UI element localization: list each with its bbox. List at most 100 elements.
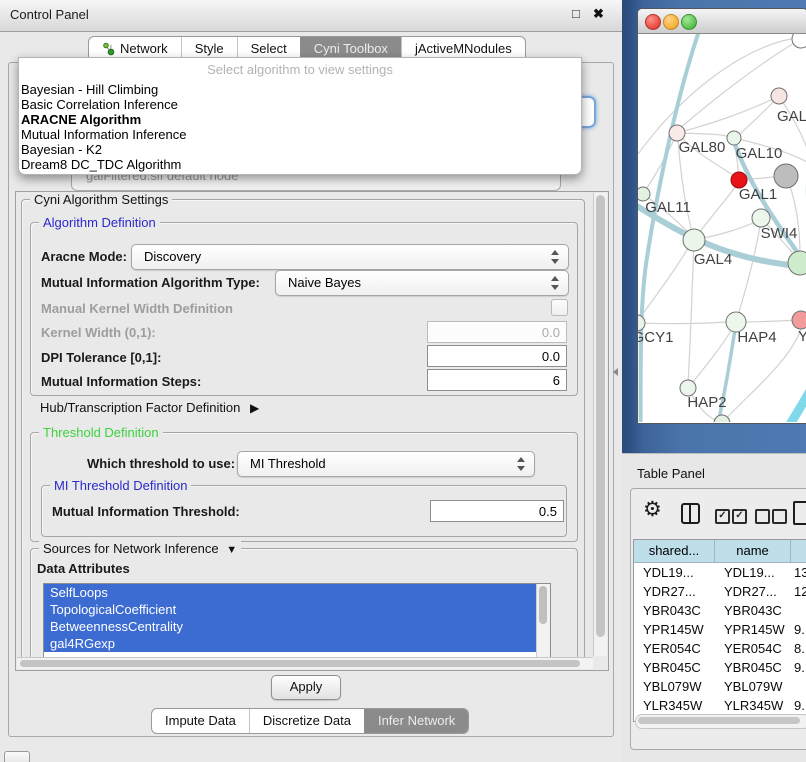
float-window-icon[interactable]: □ [572, 6, 580, 21]
scrollbar-thumb[interactable] [638, 717, 800, 724]
cyni-bottom-tabs: Impute Data Discretize Data Infer Networ… [151, 708, 469, 734]
algorithm-option[interactable]: Dream8 DC_TDC Algorithm [21, 157, 579, 172]
tab-label: Discretize Data [263, 709, 351, 733]
node-label-gal4: GAL4 [694, 251, 732, 268]
popup-item-list: Bayesian - Hill Climbing Basic Correlati… [21, 82, 579, 172]
table-row[interactable]: YDR27... YDR27... 12 [634, 582, 806, 601]
sources-toggle[interactable]: Sources for Network Inference ▼ [39, 541, 241, 556]
table-row[interactable]: YBL079W YBL079W [634, 677, 806, 696]
list-item[interactable]: BetweennessCentrality [44, 618, 550, 635]
network-node[interactable] [774, 164, 798, 188]
mi-steps-label: Mutual Information Steps: [41, 374, 201, 389]
mi-type-combo[interactable]: Naive Bayes [275, 270, 569, 296]
mi-threshold-definition-group: MI Threshold Definition Mutual Informati… [41, 485, 567, 537]
cell: YDL19... [634, 563, 715, 582]
column-header[interactable]: name [715, 540, 791, 562]
settings-vertical-scrollbar[interactable] [593, 193, 607, 656]
deselect-all-checkbox-icon[interactable] [755, 509, 770, 524]
settings-scrollpane: Cyni Algorithm Settings Algorithm Defini… [15, 191, 609, 671]
network-window-titlebar[interactable] [638, 9, 806, 34]
kernel-width-label: Kernel Width (0,1): [41, 325, 156, 340]
deselect-all-checkbox-icon[interactable] [772, 509, 787, 524]
data-attributes-list[interactable]: SelfLoops TopologicalCoefficient Between… [43, 583, 551, 659]
table-row[interactable]: YPR145W YPR145W 9. [634, 620, 806, 639]
mi-steps-field[interactable] [427, 369, 567, 391]
split-divider-arrow[interactable] [613, 368, 618, 376]
column-header[interactable] [791, 540, 806, 562]
network-node-gal4[interactable] [683, 229, 705, 251]
group-title: MI Threshold Definition [50, 478, 191, 493]
list-vertical-scrollbar[interactable] [536, 584, 550, 658]
select-all-checkbox-icon[interactable]: ✓ [715, 509, 730, 524]
tab-label: Infer Network [378, 709, 455, 733]
node-label-gal-cut: GAL [777, 108, 806, 125]
cell: YBL079W [634, 677, 715, 696]
aracne-mode-combo[interactable]: Discovery [131, 244, 569, 270]
which-threshold-combo[interactable]: MI Threshold [237, 451, 535, 477]
combo-arrows-icon [550, 275, 559, 291]
node-label-hap2: HAP2 [687, 394, 726, 411]
network-node[interactable] [714, 415, 730, 422]
network-node[interactable] [788, 251, 806, 275]
table-row[interactable]: YLR345W YLR345W 9. [634, 696, 806, 715]
cell: YPR145W [715, 620, 791, 639]
panel-corner-button[interactable] [4, 751, 30, 762]
algorithm-option-selected[interactable]: ARACNE Algorithm [21, 112, 579, 127]
list-item[interactable]: gal4RGexp [44, 635, 550, 652]
select-all-checkbox-icon[interactable]: ✓ [732, 509, 747, 524]
cell: YBR045C [634, 658, 715, 677]
node-label-gal80: GAL80 [679, 139, 726, 156]
cell [791, 601, 806, 620]
network-node-gal10[interactable] [727, 131, 741, 145]
manual-kernel-width-checkbox[interactable] [551, 299, 568, 316]
zoom-window-button[interactable] [681, 14, 697, 30]
mi-threshold-field[interactable] [430, 500, 564, 522]
table-row[interactable]: YBR043C YBR043C [634, 601, 806, 620]
scrollbar-thumb[interactable] [596, 195, 605, 637]
settings-horizontal-scrollbar[interactable] [17, 657, 593, 669]
scrollbar-thumb[interactable] [20, 660, 580, 667]
table-row[interactable]: YER054C YER054C 8. [634, 639, 806, 658]
network-node[interactable] [771, 88, 787, 104]
cell: 8. [791, 639, 806, 658]
dpi-tolerance-field[interactable] [427, 345, 567, 367]
list-item[interactable]: TopologicalCoefficient [44, 601, 550, 618]
algorithm-option[interactable]: Basic Correlation Inference [21, 97, 579, 112]
list-item[interactable]: SelfLoops [44, 584, 550, 601]
algorithm-dropdown-popup: Select algorithm to view settings Bayesi… [18, 57, 582, 175]
gear-icon[interactable]: ⚙ [643, 497, 662, 522]
cell [791, 677, 806, 696]
algorithm-option[interactable]: Bayesian - Hill Climbing [21, 82, 579, 97]
close-window-button[interactable] [645, 14, 661, 30]
tab-impute-data[interactable]: Impute Data [152, 709, 249, 733]
aracne-mode-value: Discovery [144, 249, 201, 264]
sources-title: Sources for Network Inference [43, 541, 219, 556]
network-graph[interactable]: GAL GAL80 GAL10 GAL1 GAL11 SWI4 GAL4 GCY… [638, 34, 806, 422]
scrollbar-thumb[interactable] [539, 586, 547, 624]
popup-placeholder: Select algorithm to view settings [19, 62, 581, 77]
network-node[interactable] [792, 34, 806, 48]
tab-infer-network[interactable]: Infer Network [364, 709, 468, 733]
columns-icon[interactable] [681, 503, 700, 524]
table-row[interactable]: YBR045C YBR045C 9. [634, 658, 806, 677]
hub-tf-definition-toggle[interactable]: Hub/Transcription Factor Definition ▶ [40, 400, 259, 415]
network-canvas[interactable]: GAL GAL80 GAL10 GAL1 GAL11 SWI4 GAL4 GCY… [638, 34, 806, 422]
apply-button[interactable]: Apply [271, 675, 341, 700]
column-header[interactable]: shared... [634, 540, 715, 562]
tab-discretize-data[interactable]: Discretize Data [249, 709, 364, 733]
close-icon[interactable]: ✖ [593, 6, 604, 22]
table-header-row: shared... name [634, 540, 806, 563]
threshold-definition-group: Threshold Definition Which threshold to … [30, 432, 578, 542]
node-table: shared... name YDL19... YDL19... 13 YDR2… [633, 539, 806, 722]
group-title: Cyni Algorithm Settings [30, 192, 172, 207]
node-label-y-cut: Y [798, 328, 806, 345]
table-row[interactable]: YDL19... YDL19... 13 [634, 563, 806, 582]
kernel-width-field[interactable] [427, 321, 567, 343]
network-node[interactable] [792, 311, 806, 329]
algorithm-option[interactable]: Mutual Information Inference [21, 127, 579, 142]
table-panel-title: Table Panel [637, 466, 705, 481]
file-icon[interactable] [793, 501, 806, 525]
algorithm-option[interactable]: Bayesian - K2 [21, 142, 579, 157]
minimize-window-button[interactable] [663, 14, 679, 30]
table-horizontal-scrollbar[interactable] [635, 714, 806, 729]
